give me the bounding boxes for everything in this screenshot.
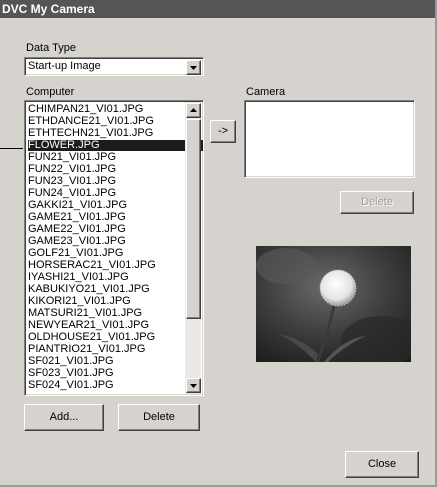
- file-list-item[interactable]: ETHDANCE21_VI01.JPG: [28, 116, 203, 127]
- window-title: DVC My Camera: [0, 0, 435, 18]
- computer-label: Computer: [26, 86, 75, 98]
- file-list-item[interactable]: MATSURI21_VI01.JPG: [28, 308, 203, 319]
- chevron-down-icon[interactable]: [186, 60, 201, 75]
- file-list-item[interactable]: FUN24_VI01.JPG: [28, 188, 203, 199]
- file-list-item[interactable]: FUN21_VI01.JPG: [28, 152, 203, 163]
- file-list-item[interactable]: KIKORI21_VI01.JPG: [28, 296, 203, 307]
- file-list-item[interactable]: GAKKI21_VI01.JPG: [28, 200, 203, 211]
- file-list-item[interactable]: GAME23_VI01.JPG: [28, 236, 203, 247]
- file-list-item[interactable]: SF023_VI01.JPG: [28, 368, 203, 379]
- data-type-label: Data Type: [26, 42, 76, 54]
- file-list-item[interactable]: ETHTECHN21_VI01.JPG: [28, 128, 203, 139]
- close-button[interactable]: Close: [345, 451, 419, 478]
- flower-thumbnail: [256, 246, 411, 362]
- camera-delete-button[interactable]: Delete: [340, 191, 414, 214]
- file-list-item[interactable]: GAME22_VI01.JPG: [28, 224, 203, 235]
- file-list-item[interactable]: SF024_VI01.JPG: [28, 380, 203, 391]
- file-list-item[interactable]: IYASHI21_VI01.JPG: [28, 272, 203, 283]
- transfer-to-camera-button[interactable]: ->: [210, 120, 236, 143]
- scrollbar-thumb[interactable]: [186, 119, 201, 319]
- dvc-my-camera-window: DVC My Camera Data Type Start-up Image C…: [0, 0, 437, 487]
- scrollbar[interactable]: [185, 102, 201, 394]
- data-type-dropdown[interactable]: Start-up Image: [24, 57, 204, 76]
- file-list-item[interactable]: FUN23_VI01.JPG: [28, 176, 203, 187]
- file-list-item[interactable]: SF021_VI01.JPG: [28, 356, 203, 367]
- file-list-item[interactable]: HORSERAC21_VI01.JPG: [28, 260, 203, 271]
- scroll-down-icon[interactable]: [186, 378, 201, 393]
- delete-button[interactable]: Delete: [118, 404, 200, 431]
- add-button[interactable]: Add...: [24, 404, 104, 431]
- file-list-item[interactable]: GAME21_VI01.JPG: [28, 212, 203, 223]
- file-list-item[interactable]: OLDHOUSE21_VI01.JPG: [28, 332, 203, 343]
- file-list-item[interactable]: GOLF21_VI01.JPG: [28, 248, 203, 259]
- camera-file-list[interactable]: [244, 100, 415, 178]
- scroll-up-icon[interactable]: [186, 103, 201, 118]
- file-list-item[interactable]: FUN22_VI01.JPG: [28, 164, 203, 175]
- computer-file-list[interactable]: CHIMPAN21_VI01.JPG ETHDANCE21_VI01.JPG ETH…: [24, 100, 204, 396]
- file-list-item[interactable]: FLOWER.JPG: [28, 140, 203, 151]
- file-list-item[interactable]: PIANTRIO21_VI01.JPG: [28, 344, 203, 355]
- file-list-item[interactable]: NEWYEAR21_VI01.JPG: [28, 320, 203, 331]
- data-type-value: Start-up Image: [28, 60, 101, 72]
- callout-line: [0, 148, 23, 149]
- file-list-item[interactable]: CHIMPAN21_VI01.JPG: [28, 104, 203, 115]
- file-list-item[interactable]: KABUKIYO21_VI01.JPG: [28, 284, 203, 295]
- camera-label: Camera: [246, 86, 286, 98]
